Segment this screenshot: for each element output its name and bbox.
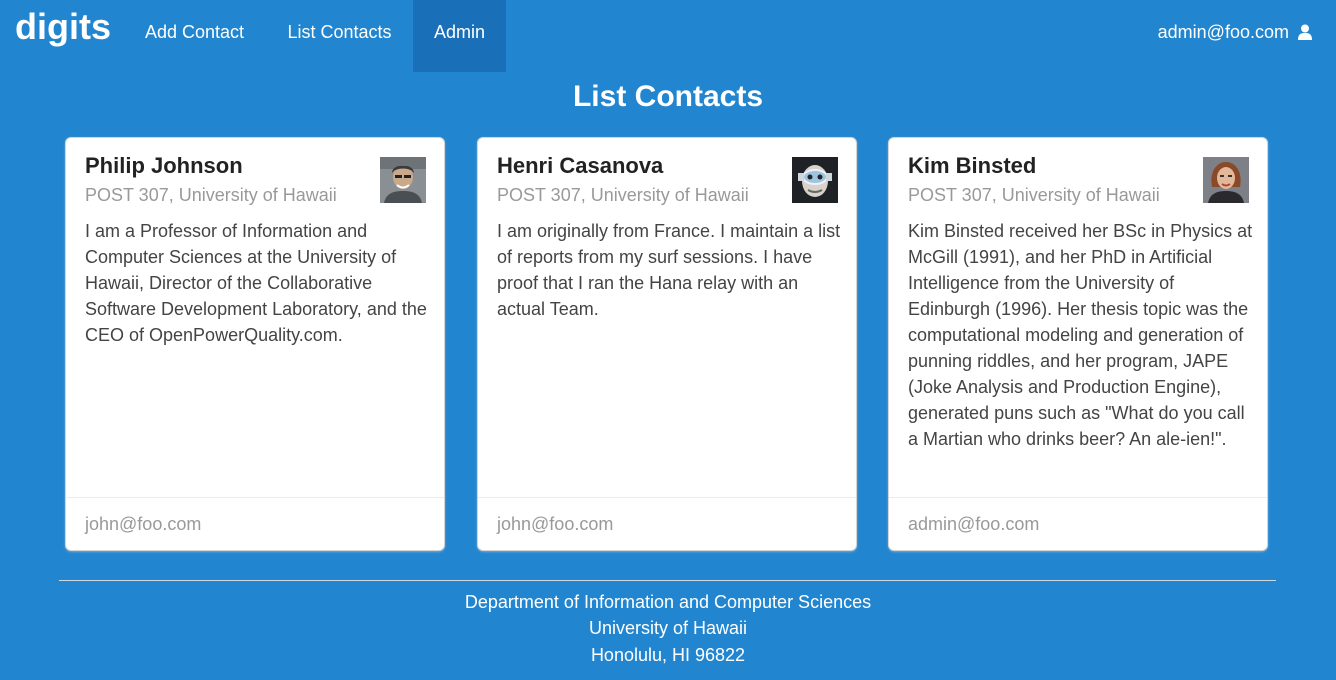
contact-owner: john@foo.com [497, 514, 614, 534]
user-email: admin@foo.com [1157, 22, 1289, 42]
footer-divider [59, 580, 1276, 581]
user-menu[interactable]: admin@foo.com [1158, 0, 1312, 64]
nav-list-contacts[interactable]: List Contacts [266, 0, 413, 72]
contact-card: Kim Binsted POST 307, University of Hawa… [889, 138, 1267, 550]
card-divider [889, 497, 1267, 498]
contact-address: POST 307, University of Hawaii [85, 185, 337, 205]
navbar: digits Add Contact List Contacts Admin a… [0, 0, 1336, 72]
contact-name: Henri Casanova [497, 153, 664, 178]
contact-name: Philip Johnson [85, 153, 243, 178]
user-icon [1298, 24, 1312, 40]
nav-admin[interactable]: Admin [413, 0, 506, 72]
contact-name: Kim Binsted [908, 153, 1037, 178]
contact-avatar [380, 157, 426, 203]
contact-description: Kim Binsted received her BSc in Physics … [908, 221, 1253, 449]
footer-university: University of Hawaii [588, 618, 748, 638]
contact-card: Philip Johnson POST 307, University of H… [66, 138, 444, 550]
contact-avatar [792, 157, 838, 203]
contact-address: POST 307, University of Hawaii [908, 185, 1160, 205]
card-divider [66, 497, 444, 498]
footer-department: Department of Information and Computer S… [464, 592, 872, 612]
footer-address: Honolulu, HI 96822 [590, 645, 746, 665]
contact-avatar [1203, 157, 1249, 203]
brand-logo[interactable]: digits [15, 6, 111, 48]
contact-address: POST 307, University of Hawaii [497, 185, 749, 205]
contact-description: I am originally from France. I maintain … [497, 221, 841, 319]
contact-description: I am a Professor of Information and Comp… [85, 221, 427, 345]
page-title: List Contacts [572, 80, 764, 113]
contact-card: Henri Casanova POST 307, University of H… [478, 138, 856, 550]
nav-add-contact[interactable]: Add Contact [123, 0, 266, 72]
card-divider [478, 497, 856, 498]
contact-owner: john@foo.com [85, 514, 202, 534]
contact-owner: admin@foo.com [908, 514, 1040, 534]
